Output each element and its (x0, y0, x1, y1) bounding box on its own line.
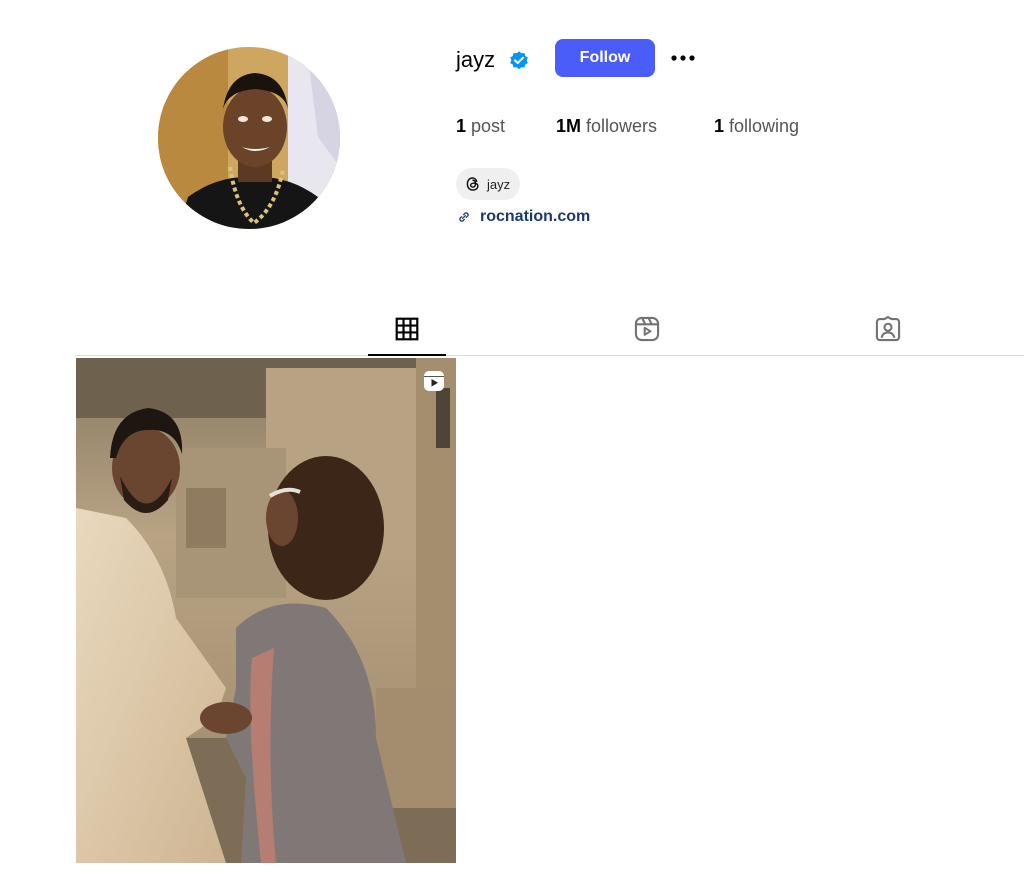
posts-count: 1 post (456, 114, 505, 138)
avatar-photo (158, 47, 340, 229)
tab-posts[interactable] (390, 312, 424, 346)
following-link[interactable]: 1 following (714, 114, 799, 138)
tab-tagged[interactable] (871, 312, 905, 346)
posts-count-label: post (471, 116, 506, 136)
profile-username: jayz (456, 47, 496, 72)
reel-play-icon (424, 371, 444, 391)
profile-avatar[interactable] (158, 47, 340, 229)
tab-reels[interactable] (630, 312, 664, 346)
followers-count-label: followers (586, 116, 658, 136)
threads-handle: jayz (487, 176, 511, 192)
post-image (76, 358, 456, 863)
website-link-text: rocnation.com (480, 208, 591, 225)
follow-button[interactable]: Follow (555, 39, 655, 77)
more-horizontal-icon (671, 55, 695, 61)
reels-icon (634, 316, 660, 342)
tagged-icon (875, 316, 901, 342)
active-tab-indicator (368, 354, 446, 356)
more-options-button[interactable] (667, 45, 699, 71)
following-count-value: 1 (714, 116, 725, 136)
grid-icon (395, 317, 419, 341)
following-count-label: following (729, 116, 800, 136)
tabs-divider (75, 355, 1024, 356)
followers-link[interactable]: 1M followers (556, 114, 657, 138)
posts-count-value: 1 (456, 116, 467, 136)
post-thumbnail[interactable] (76, 358, 456, 863)
followers-count-value: 1M (556, 116, 582, 136)
link-icon (459, 212, 469, 222)
verified-badge-icon (510, 51, 528, 70)
website-link[interactable]: rocnation.com (456, 208, 590, 226)
threads-icon (466, 177, 479, 191)
threads-profile-badge[interactable]: jayz (456, 168, 521, 200)
